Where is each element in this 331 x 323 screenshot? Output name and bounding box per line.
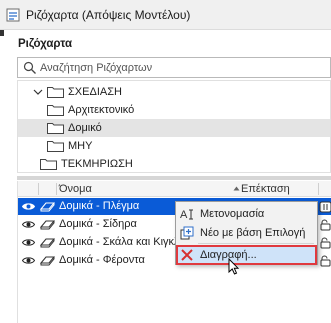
rename-icon: A (180, 209, 193, 221)
menu-item-new-from-selection[interactable]: Νέο με βάση Επιλογή (176, 223, 317, 243)
options-icon[interactable] (319, 201, 331, 213)
tree-item-label: ΜΗΥ (68, 140, 93, 152)
panel-splitter[interactable] (17, 176, 331, 180)
tree-item-architectural[interactable]: Αρχιτεκτονικό (18, 101, 330, 119)
column-divider[interactable] (56, 183, 57, 195)
section-title: Ριζόχαρτα (18, 38, 73, 50)
svg-text:A: A (180, 209, 188, 221)
layer-icon[interactable] (40, 219, 55, 230)
layer-icon[interactable] (40, 255, 55, 266)
lock-icon[interactable] (319, 255, 331, 267)
tree-item-mep[interactable]: ΜΗΥ (18, 137, 330, 155)
column-divider[interactable] (318, 183, 319, 195)
tree-item-label: ΤΕΚΜΗΡΙΩΣΗ (61, 158, 133, 170)
eye-icon[interactable] (22, 255, 35, 266)
lock-icon[interactable] (319, 237, 331, 249)
layer-name: Δομικά - Πλέγμα (59, 200, 140, 212)
folder-icon (47, 123, 64, 134)
search-input[interactable] (40, 60, 320, 75)
context-menu: A Μετονομασία Νέο με βάση Επιλογή Διαγρα… (175, 201, 318, 265)
menu-separator (198, 243, 314, 244)
layer-icon[interactable] (40, 201, 55, 212)
search-box[interactable] (17, 57, 331, 78)
column-header-name[interactable]: Όνομα (59, 183, 92, 195)
tree-item-label: ΣΧΕΔΙΑΣΗ (68, 86, 122, 98)
window-title: Ριζόχαρτα (Απόψεις Μοντέλου) (26, 8, 191, 22)
folder-icon (47, 141, 64, 152)
lock-icon[interactable] (319, 219, 331, 231)
folder-icon (47, 105, 64, 116)
grid-header: Όνομα Επέκταση (18, 181, 331, 197)
menu-item-delete[interactable]: Διαγραφή... (176, 245, 317, 265)
tree-item-label: Δομικό (68, 122, 102, 134)
new-from-selection-icon (180, 226, 194, 240)
delete-icon (181, 249, 193, 261)
folder-icon (47, 87, 64, 98)
chevron-down-icon[interactable] (33, 87, 43, 97)
tree-item-label: Αρχιτεκτονικό (68, 104, 135, 116)
layers-icon (6, 8, 20, 22)
mouse-cursor-icon (228, 258, 240, 275)
menu-item-label: Νέο με βάση Επιλογή (200, 227, 306, 239)
window-titlebar: Ριζόχαρτα (Απόψεις Μοντέλου) (0, 0, 331, 30)
layer-name: Δομικά - Σίδηρα (59, 218, 137, 230)
search-icon (23, 61, 36, 74)
folder-icon (40, 159, 57, 170)
resize-marker (0, 30, 4, 36)
eye-icon[interactable] (22, 201, 35, 212)
tree-item-structural[interactable]: Δομικό (18, 119, 330, 137)
menu-item-rename[interactable]: A Μετονομασία (176, 204, 317, 224)
column-header-extension[interactable]: Επέκταση (241, 183, 290, 195)
layer-icon[interactable] (40, 237, 55, 248)
eye-icon[interactable] (22, 237, 35, 248)
column-divider[interactable] (38, 183, 39, 195)
sort-ascending-icon (233, 186, 240, 191)
tree-item-sxediasi[interactable]: ΣΧΕΔΙΑΣΗ (18, 83, 330, 101)
folder-tree: ΣΧΕΔΙΑΣΗ Αρχιτεκτονικό Δομικό ΜΗΥ ΤΕΚΜΗΡ… (17, 80, 331, 173)
tree-item-documentation[interactable]: ΤΕΚΜΗΡΙΩΣΗ (18, 155, 330, 173)
eye-icon[interactable] (22, 219, 35, 230)
layer-name: Δομικά - Φέροντα (59, 254, 145, 266)
menu-item-label: Μετονομασία (200, 208, 265, 220)
